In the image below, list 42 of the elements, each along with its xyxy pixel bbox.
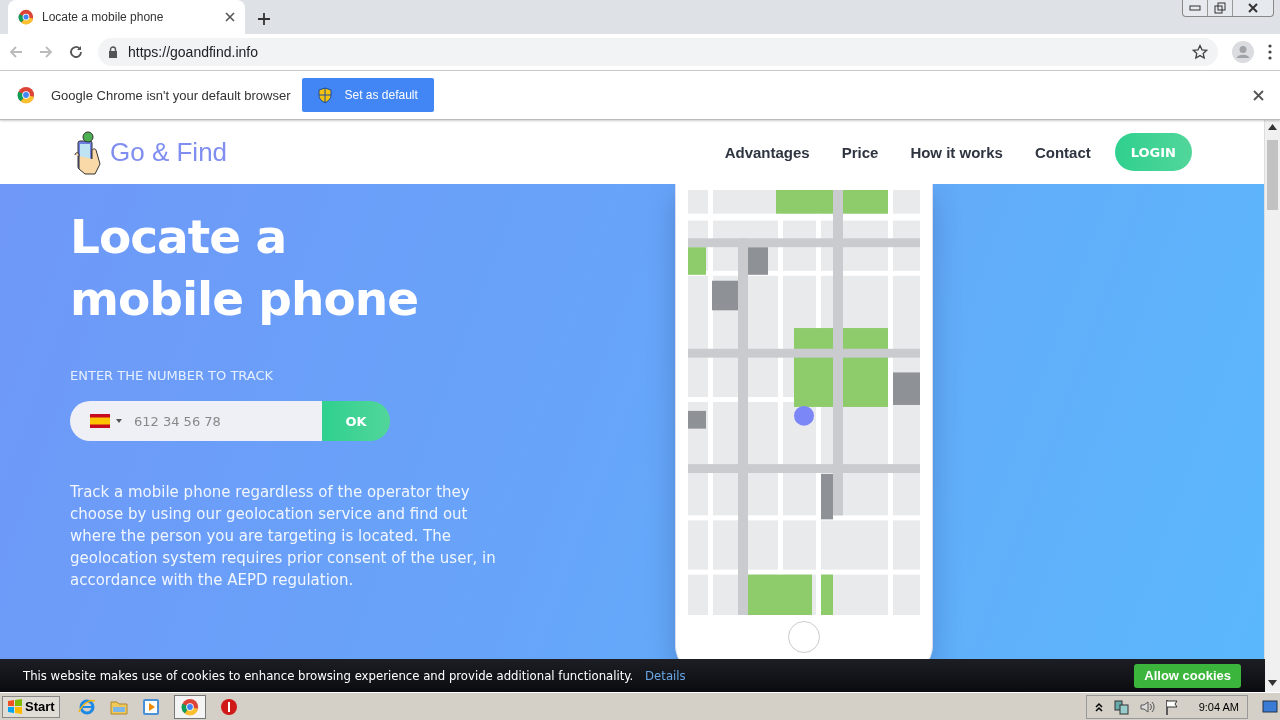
nav-link[interactable]: Price [841,143,879,161]
details-link[interactable]: Details [645,668,1123,683]
address-bar[interactable]: https://goandfind.info [98,38,1218,66]
hero-title: Locate a mobile phone [70,208,420,328]
flag-icon[interactable] [1164,698,1179,715]
scroll-down-icon[interactable] [1268,680,1277,686]
phone-number-field[interactable]: 612 34 56 78 [70,401,322,441]
chrome-logo-icon [180,697,199,716]
browser-tab[interactable]: Locate a mobile phone [8,0,245,34]
stop-icon[interactable] [219,697,238,716]
scrollbar-thumb[interactable] [1267,140,1278,210]
windows-logo-icon [7,698,23,715]
lock-icon [108,46,118,58]
media-player-icon[interactable] [141,697,160,716]
nav-link[interactable]: Advantages [724,143,810,161]
set-default-button[interactable]: Set as default [302,78,434,112]
speaker-icon[interactable] [1138,698,1155,715]
site-favicon-icon [18,9,34,25]
chrome-taskbar-button[interactable] [173,694,206,719]
close-tab-icon[interactable] [225,12,235,22]
shield-icon [318,87,333,103]
new-tab-icon[interactable] [257,12,271,26]
star-icon[interactable] [1192,44,1208,60]
caret-icon[interactable] [116,419,122,423]
scroll-up-icon[interactable] [1268,124,1277,130]
tab-title: Locate a mobile phone [42,10,165,24]
close-icon[interactable] [1253,89,1264,101]
show-desktop-icon[interactable] [1262,699,1278,714]
start-button[interactable]: Start [2,695,60,718]
reload-icon[interactable] [68,44,84,60]
clock[interactable]: 9:04 AM [1198,700,1239,713]
hero-description: Track a mobile phone regardless of the operator they choose by using our geolocation service and find out where the person you are targeting is located. The geolocation system requires prior consent of the user, in accordance with the AEPD regulation. [70,482,497,591]
network-icon[interactable] [1112,698,1129,715]
nav-link[interactable]: Contact [1034,143,1091,161]
infobar-message: Google Chrome isn't your default browser [51,87,291,103]
form-label: ENTER THE NUMBER TO TRACK [70,368,275,383]
chevron-up-icon[interactable] [1094,701,1103,712]
chrome-logo-icon [17,86,35,104]
menu-icon[interactable] [1268,44,1272,60]
cookie-message: This website makes use of cookies to enhance browsing experience and provide additional functionality. [23,668,634,683]
spain-flag-icon [90,414,110,428]
nav-link[interactable]: How it works [910,143,1003,161]
